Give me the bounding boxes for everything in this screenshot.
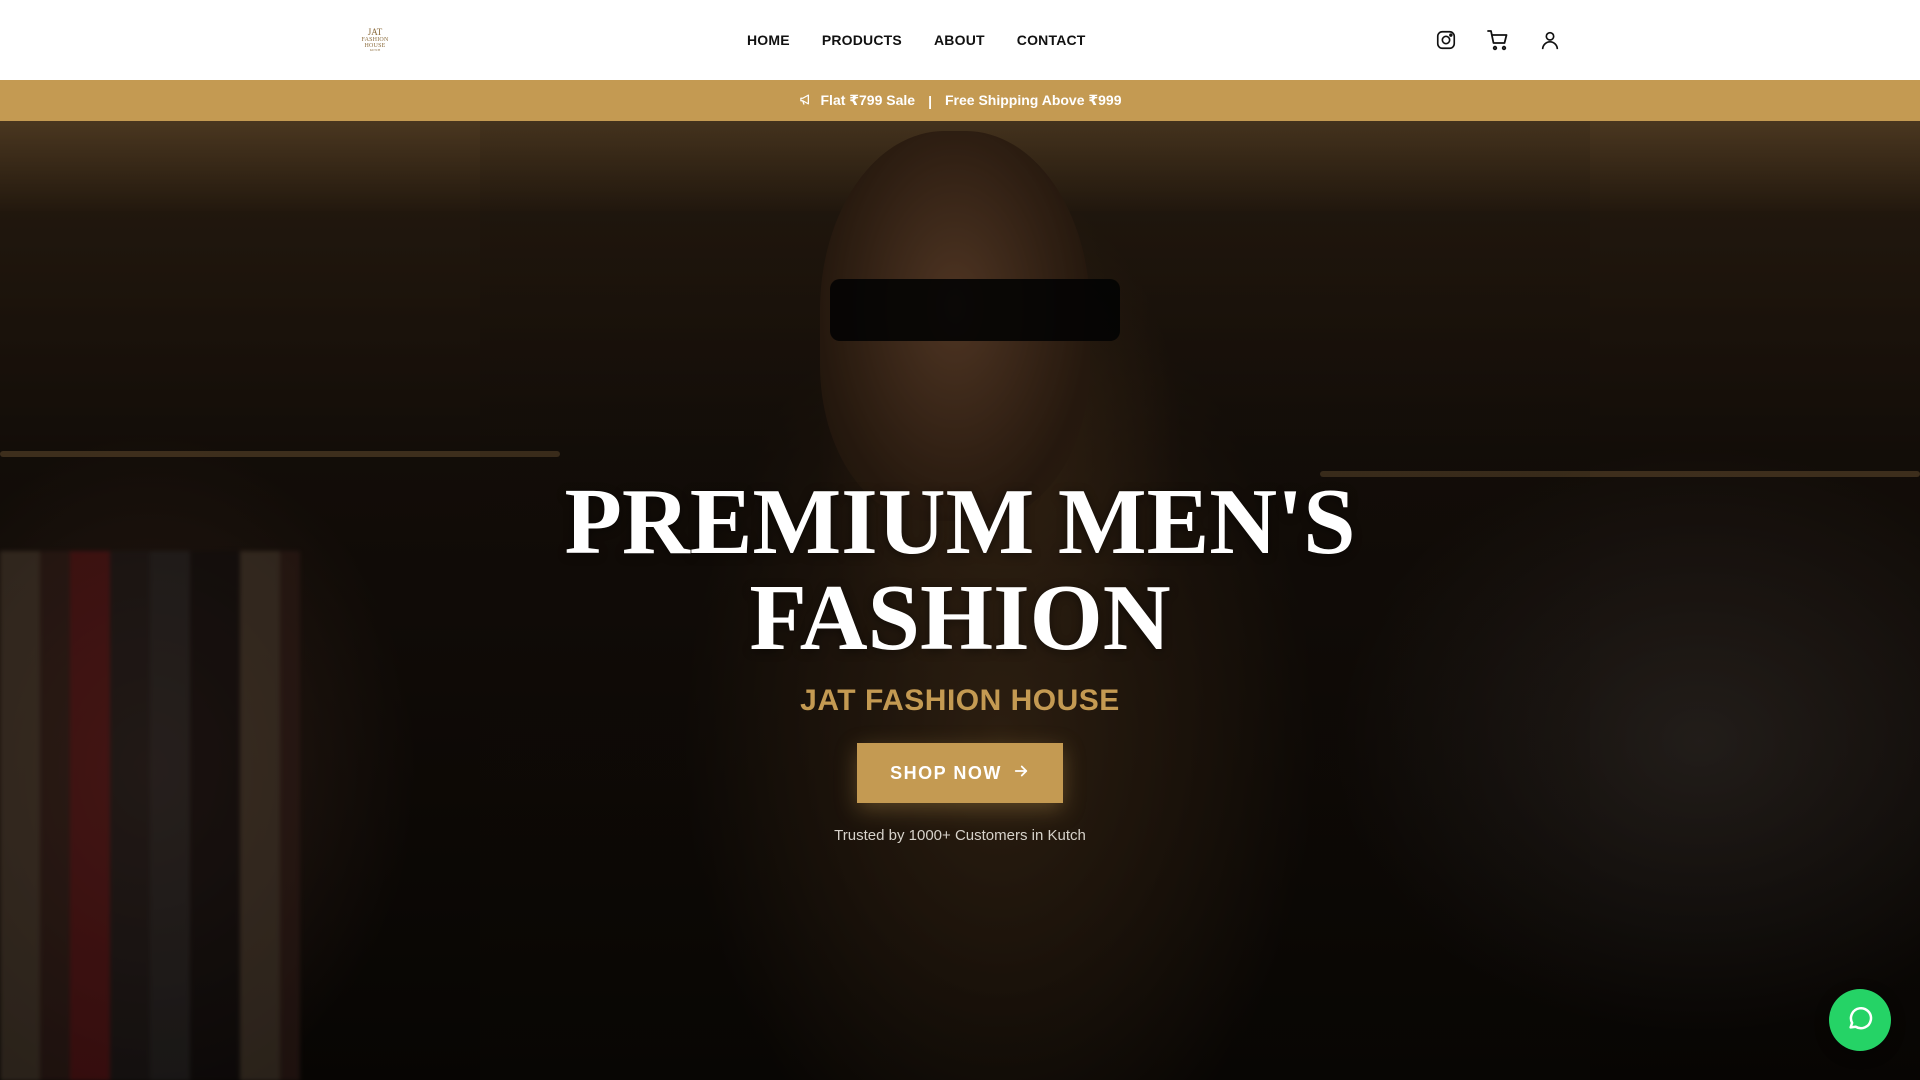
nav-about[interactable]: ABOUT bbox=[934, 32, 985, 48]
cart-icon[interactable] bbox=[1484, 26, 1512, 54]
shop-now-label: SHOP NOW bbox=[890, 762, 1002, 783]
brand-logo[interactable]: JAT FASHION HOUSE KUTCH bbox=[352, 28, 398, 52]
megaphone-icon bbox=[799, 93, 814, 109]
shop-now-button[interactable]: SHOP NOW bbox=[857, 743, 1063, 803]
logo-line-1: JAT bbox=[367, 27, 383, 37]
hero-title: PREMIUM MEN'S FASHION bbox=[360, 474, 1560, 666]
nav-home[interactable]: HOME bbox=[747, 32, 790, 48]
main-nav: HOME PRODUCTS ABOUT CONTACT bbox=[747, 0, 1086, 80]
user-icon[interactable] bbox=[1536, 26, 1564, 54]
whatsapp-chat-button[interactable] bbox=[1829, 989, 1891, 1051]
whatsapp-icon bbox=[1845, 1003, 1875, 1038]
hero-section: PREMIUM MEN'S FASHION JAT FASHION HOUSE … bbox=[0, 121, 1920, 1080]
arrow-right-icon bbox=[1012, 762, 1030, 785]
header-actions bbox=[1432, 26, 1564, 54]
promo-shipping: Free Shipping Above ₹999 bbox=[945, 92, 1122, 108]
promo-banner: Flat ₹799 Sale | Free Shipping Above ₹99… bbox=[0, 80, 1920, 121]
site-header: JAT FASHION HOUSE KUTCH HOME PRODUCTS AB… bbox=[0, 0, 1920, 80]
promo-separator: | bbox=[928, 92, 932, 109]
promo-offer: Flat ₹799 Sale bbox=[820, 92, 916, 108]
hero-subtitle: JAT FASHION HOUSE bbox=[800, 684, 1120, 717]
hero-content: PREMIUM MEN'S FASHION JAT FASHION HOUSE … bbox=[0, 121, 1920, 1080]
trust-text: Trusted by 1000+ Customers in Kutch bbox=[834, 827, 1086, 844]
hero-title-line-1: PREMIUM MEN'S bbox=[564, 470, 1356, 574]
logo-line-3: KUTCH bbox=[369, 48, 381, 52]
nav-products[interactable]: PRODUCTS bbox=[822, 32, 902, 48]
instagram-icon[interactable] bbox=[1432, 26, 1460, 54]
nav-contact[interactable]: CONTACT bbox=[1017, 32, 1086, 48]
hero-title-line-2: FASHION bbox=[749, 566, 1171, 670]
